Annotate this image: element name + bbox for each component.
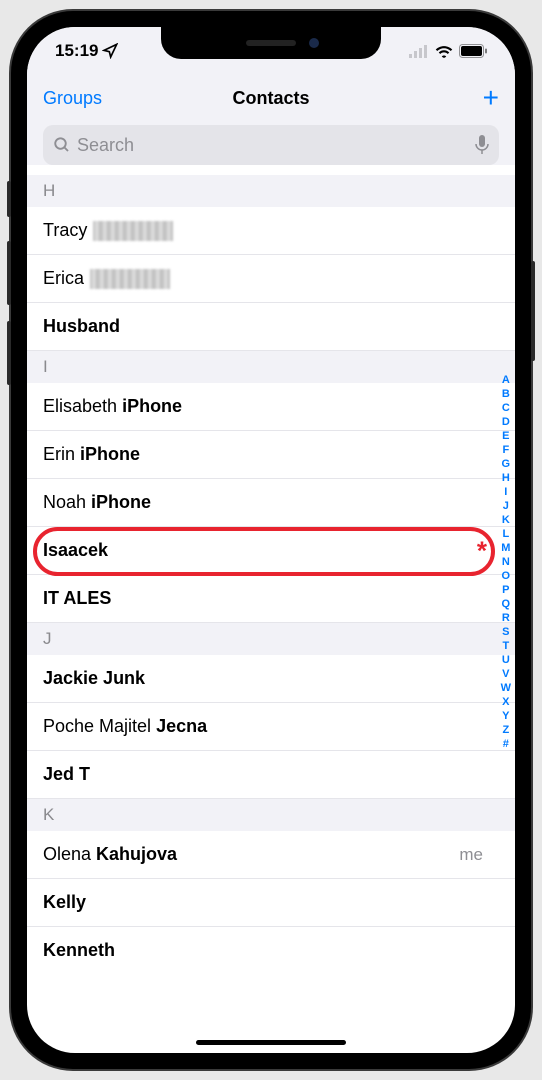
index-letter[interactable]: P — [502, 583, 509, 597]
add-contact-button[interactable]: + — [483, 82, 499, 114]
nav-bar: Groups Contacts + — [27, 75, 515, 121]
index-letter[interactable]: W — [501, 681, 511, 695]
redacted-surname — [90, 269, 170, 289]
index-letter[interactable]: I — [504, 485, 507, 499]
alphabet-index[interactable]: ABCDEFGHIJKLMNOPQRSTUVWXYZ# — [501, 373, 511, 751]
mute-switch — [7, 181, 11, 217]
phone-frame: 15:19 Groups Contacts + HTracy — [11, 11, 531, 1069]
front-camera — [309, 38, 319, 48]
power-button — [531, 261, 535, 361]
volume-up-button — [7, 241, 11, 305]
index-letter[interactable]: # — [503, 737, 509, 751]
contact-row[interactable]: IT ALES — [27, 575, 515, 623]
contact-row[interactable]: Elisabeth iPhone — [27, 383, 515, 431]
contact-row[interactable]: Isaacek* — [27, 527, 515, 575]
search-input[interactable] — [77, 135, 469, 156]
contact-row[interactable]: Olena Kahujovame — [27, 831, 515, 879]
contact-row[interactable]: Tracy — [27, 207, 515, 255]
index-letter[interactable]: N — [502, 555, 510, 569]
contact-row[interactable]: Erica — [27, 255, 515, 303]
page-title: Contacts — [232, 88, 309, 109]
wifi-icon — [435, 44, 453, 58]
index-letter[interactable]: B — [502, 387, 510, 401]
contacts-list[interactable]: HTracy Erica HusbandIElisabeth iPhoneEri… — [27, 175, 515, 974]
status-time: 15:19 — [55, 41, 98, 61]
location-icon — [102, 43, 118, 59]
screen: 15:19 Groups Contacts + HTracy — [27, 27, 515, 1053]
index-letter[interactable]: S — [502, 625, 509, 639]
contact-row[interactable]: Noah iPhone — [27, 479, 515, 527]
index-letter[interactable]: K — [502, 513, 510, 527]
index-letter[interactable]: F — [502, 443, 509, 457]
index-letter[interactable]: H — [502, 471, 510, 485]
index-letter[interactable]: U — [502, 653, 510, 667]
contact-row[interactable]: Husband — [27, 303, 515, 351]
section-header: J — [27, 623, 515, 655]
speaker — [246, 40, 296, 46]
search-bar[interactable] — [43, 125, 499, 165]
groups-button[interactable]: Groups — [43, 88, 102, 109]
index-letter[interactable]: E — [502, 429, 509, 443]
index-letter[interactable]: J — [503, 499, 509, 513]
contact-row[interactable]: Erin iPhone — [27, 431, 515, 479]
section-header: K — [27, 799, 515, 831]
index-letter[interactable]: Q — [502, 597, 511, 611]
index-letter[interactable]: Y — [502, 709, 509, 723]
section-header: I — [27, 351, 515, 383]
notch — [161, 27, 381, 59]
battery-icon — [459, 44, 487, 58]
index-letter[interactable]: T — [502, 639, 509, 653]
contact-row[interactable]: Kelly — [27, 879, 515, 927]
cellular-icon — [409, 44, 429, 58]
contact-row[interactable]: Jed T — [27, 751, 515, 799]
redacted-surname — [93, 221, 173, 241]
index-letter[interactable]: D — [502, 415, 510, 429]
index-letter[interactable]: R — [502, 611, 510, 625]
contact-row[interactable]: Poche Majitel Jecna — [27, 703, 515, 751]
mic-icon[interactable] — [475, 135, 489, 155]
index-letter[interactable]: Z — [502, 723, 509, 737]
asterisk-icon: * — [477, 535, 487, 566]
index-letter[interactable]: O — [502, 569, 511, 583]
volume-down-button — [7, 321, 11, 385]
index-letter[interactable]: C — [502, 401, 510, 415]
index-letter[interactable]: G — [502, 457, 511, 471]
index-letter[interactable]: V — [502, 667, 509, 681]
index-letter[interactable]: L — [502, 527, 509, 541]
index-letter[interactable]: M — [501, 541, 510, 555]
home-indicator[interactable] — [196, 1040, 346, 1045]
contact-row[interactable]: Kenneth — [27, 927, 515, 974]
search-icon — [53, 136, 71, 154]
section-header: H — [27, 175, 515, 207]
contact-row[interactable]: Jackie Junk — [27, 655, 515, 703]
index-letter[interactable]: A — [502, 373, 510, 387]
me-label: me — [459, 845, 483, 865]
index-letter[interactable]: X — [502, 695, 509, 709]
